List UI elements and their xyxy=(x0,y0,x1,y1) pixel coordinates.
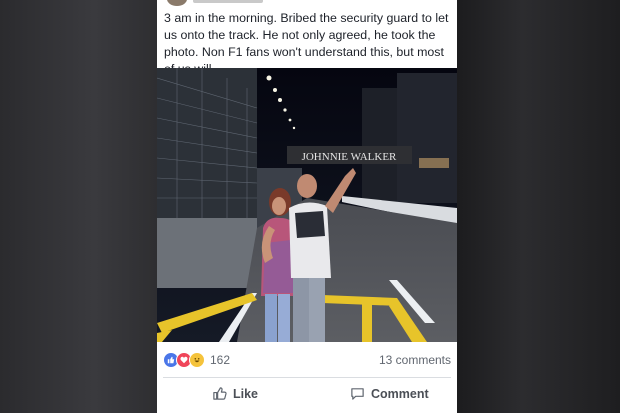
comment-button[interactable]: Comment xyxy=(350,386,429,401)
background-left xyxy=(0,0,157,413)
facebook-post-card: 3 am in the morning. Bribed the security… xyxy=(157,0,457,413)
reactions-summary[interactable]: 162 xyxy=(163,352,230,368)
like-button[interactable]: Like xyxy=(212,386,258,401)
avatar[interactable] xyxy=(167,0,187,6)
haha-reaction-icon xyxy=(189,352,205,368)
post-photo[interactable]: JOHNNIE WALKER xyxy=(157,68,457,342)
comment-label: Comment xyxy=(371,386,429,401)
background-right xyxy=(457,0,620,413)
sponsor-sign-text: JOHNNIE WALKER xyxy=(302,151,397,163)
like-label: Like xyxy=(233,386,259,401)
thumbs-up-icon xyxy=(213,387,227,400)
reaction-count: 162 xyxy=(210,353,231,367)
comments-count-link[interactable]: 13 comments xyxy=(379,353,451,367)
divider xyxy=(163,377,451,378)
author-name-stub[interactable] xyxy=(193,0,263,3)
comment-bubble-icon xyxy=(351,388,364,400)
